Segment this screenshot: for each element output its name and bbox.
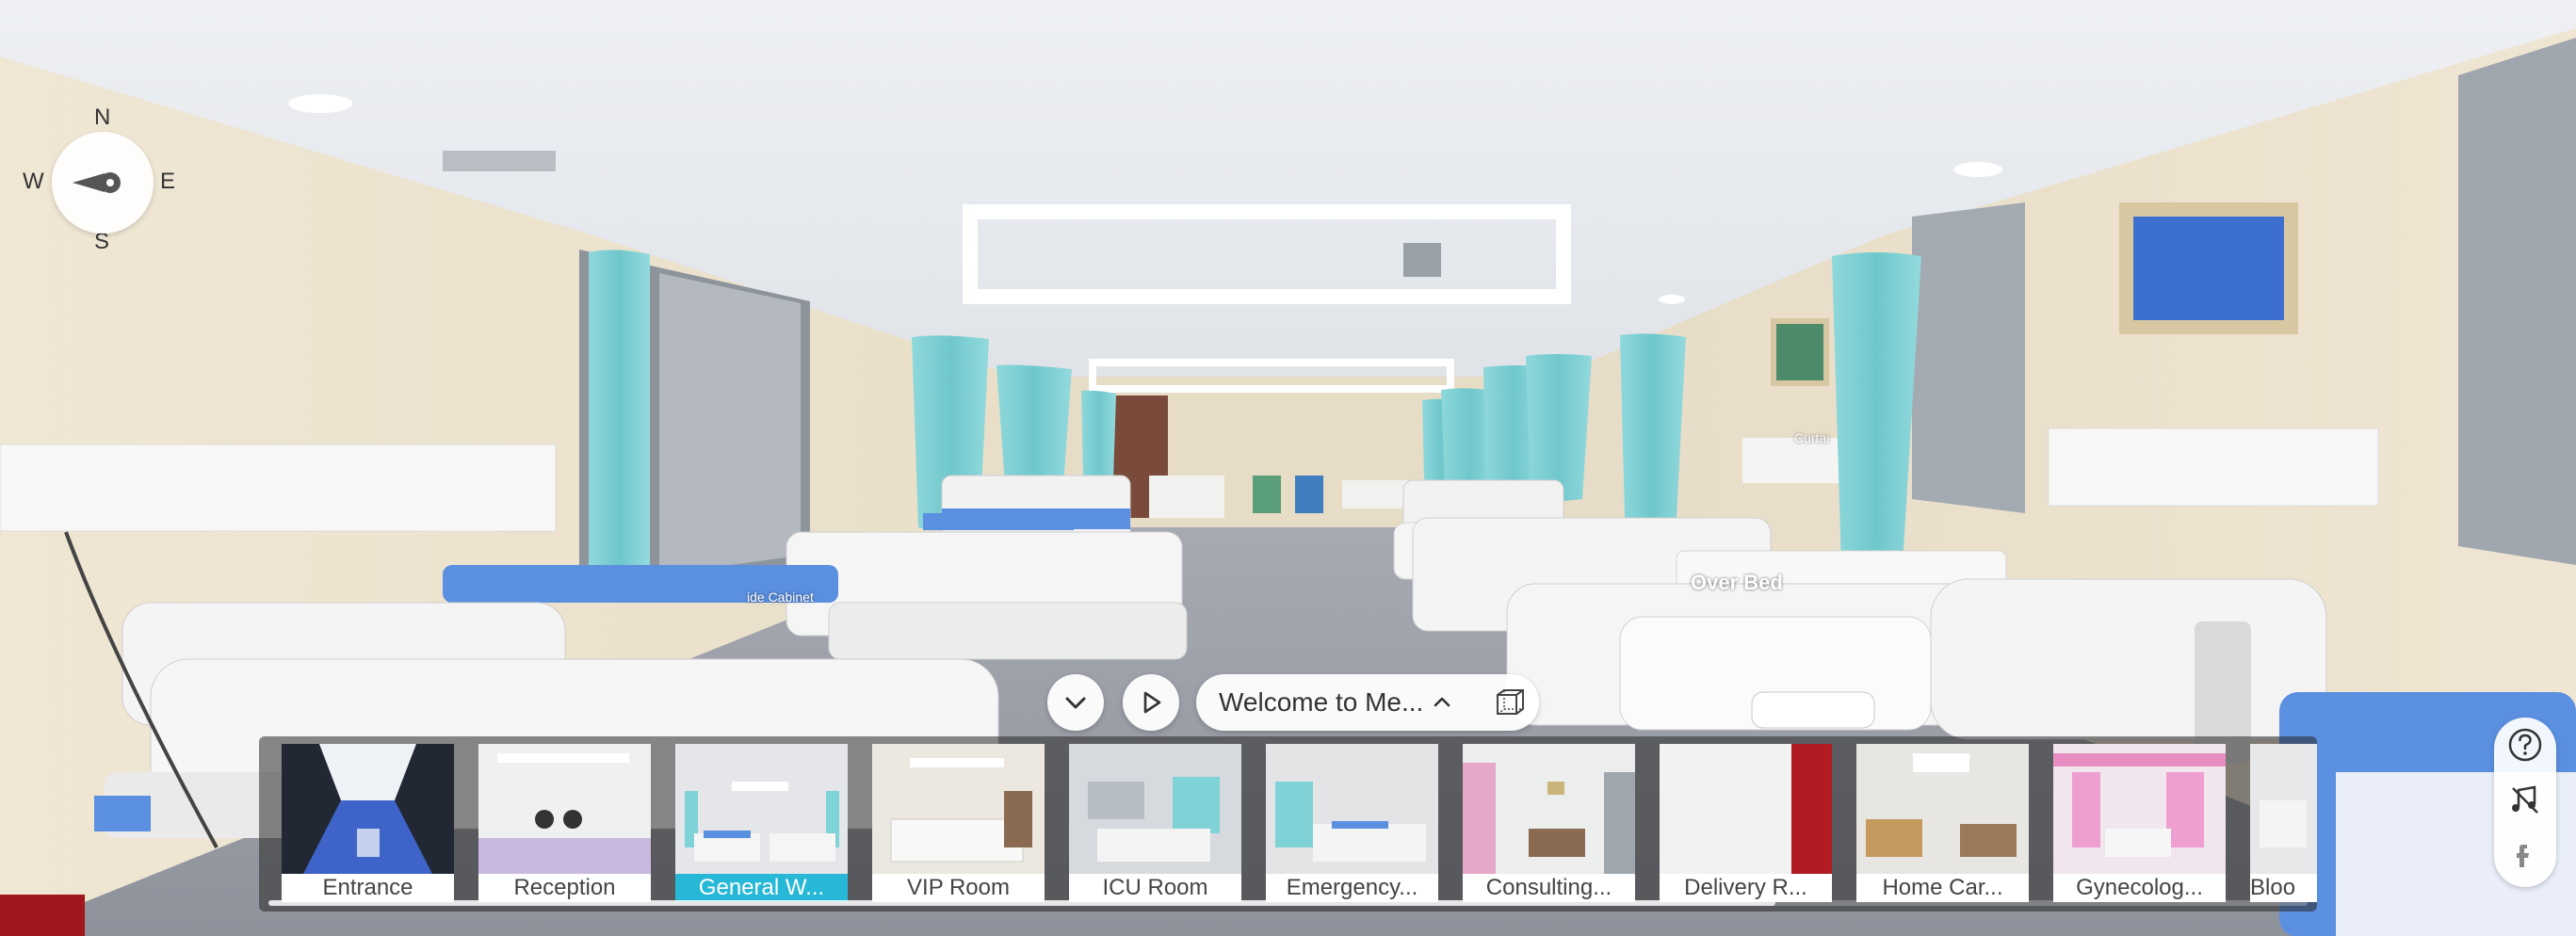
strip-scrollbar-thumb[interactable]: [268, 900, 1775, 906]
compass-needle-icon: [73, 172, 121, 193]
scene-preview-image: [675, 744, 848, 874]
compass-disc: [52, 132, 154, 234]
music-off-icon: [2512, 785, 2538, 814]
scene-thumbnail[interactable]: Reception: [478, 744, 651, 902]
chevron-down-icon: [1065, 697, 1086, 709]
scene-label: VIP Room: [872, 874, 1045, 902]
share-button[interactable]: [2500, 829, 2551, 880]
music-toggle-button[interactable]: [2500, 774, 2551, 825]
tour-title-dropdown[interactable]: Welcome to Me...: [1196, 674, 1539, 731]
scene-label: General W...: [675, 874, 848, 902]
scene-label: ICU Room: [1069, 874, 1241, 902]
help-button[interactable]: [2500, 719, 2551, 770]
scene-thumbnail[interactable]: VIP Room: [872, 744, 1045, 902]
tour-title: Welcome to Me...: [1219, 687, 1424, 717]
help-icon: [2508, 728, 2542, 762]
scene-thumbnail[interactable]: Home Car...: [1856, 744, 2029, 902]
hotspot-label[interactable]: Curtai: [1794, 430, 1829, 445]
scene-preview-image: [2250, 744, 2317, 874]
chevron-up-icon: [1434, 697, 1450, 707]
scene-label: Gynecolog...: [2053, 874, 2226, 902]
scene-label: Consulting...: [1463, 874, 1635, 902]
scene-label: Home Car...: [1856, 874, 2029, 902]
compass-north: N: [94, 105, 111, 130]
vr-cube-icon[interactable]: [1494, 687, 1526, 719]
scene-preview-image: [872, 744, 1045, 874]
scene-preview-image: [1463, 744, 1635, 874]
scene-preview-image: [1069, 744, 1241, 874]
scene-label: Emergency...: [1266, 874, 1438, 902]
play-icon: [1143, 691, 1161, 714]
collapse-thumbnails-button[interactable]: [1047, 674, 1104, 731]
scene-thumbnail[interactable]: Consulting...: [1463, 744, 1635, 902]
hotspot-label[interactable]: ide Cabinet: [747, 589, 814, 605]
scene-label: Bloo: [2250, 874, 2317, 902]
scene-label: Reception: [478, 874, 651, 902]
scene-preview-image: [1856, 744, 2029, 874]
scene-label: Entrance: [282, 874, 454, 902]
scene-preview-image: [478, 744, 651, 874]
scene-preview-image: [2053, 744, 2226, 874]
autoplay-button[interactable]: [1123, 674, 1179, 731]
scene-thumbnail[interactable]: ICU Room: [1069, 744, 1241, 902]
scene-thumbnail[interactable]: Delivery R...: [1660, 744, 1832, 902]
scene-thumbnail[interactable]: Bloo: [2250, 744, 2317, 902]
scene-preview-image: [1660, 744, 1832, 874]
scene-thumbnail-active[interactable]: General W...: [675, 744, 848, 902]
scene-thumbnail[interactable]: Gynecolog...: [2053, 744, 2226, 902]
compass-west: W: [23, 169, 44, 194]
scene-label: Delivery R...: [1660, 874, 1832, 902]
hotspot-label[interactable]: Over Bed: [1691, 571, 1783, 595]
compass[interactable]: N S W E: [19, 105, 198, 259]
scene-preview-image: [282, 744, 454, 874]
scene-thumbnail[interactable]: Emergency...: [1266, 744, 1438, 902]
compass-east: E: [160, 169, 176, 194]
scene-thumbnail-strip[interactable]: Entrance Reception General W... VIP Room…: [259, 736, 2317, 912]
share-icon: [2517, 845, 2529, 867]
scene-thumbnail[interactable]: Entrance: [282, 744, 454, 902]
scene-preview-image: [1266, 744, 1438, 874]
